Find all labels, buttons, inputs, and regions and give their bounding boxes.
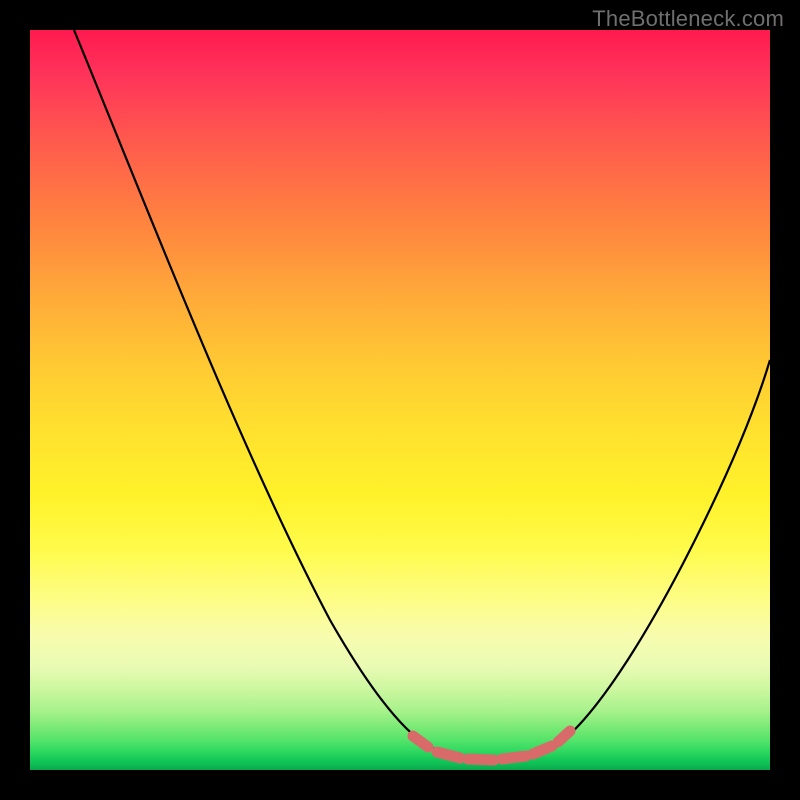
valley-marker-3 bbox=[468, 759, 494, 760]
valley-marker-2 bbox=[437, 752, 460, 758]
plot-area bbox=[30, 30, 770, 770]
curve-layer bbox=[30, 30, 770, 770]
valley-marker-5 bbox=[533, 746, 552, 754]
valley-marker-1 bbox=[413, 736, 428, 747]
valley-marker-4 bbox=[502, 756, 526, 759]
attribution-text: TheBottleneck.com bbox=[592, 6, 784, 32]
valley-markers bbox=[413, 731, 570, 760]
chart-frame: TheBottleneck.com bbox=[0, 0, 800, 800]
valley-marker-6 bbox=[558, 731, 570, 742]
curve-left-branch bbox=[74, 30, 428, 746]
curve-right-branch bbox=[546, 360, 770, 752]
